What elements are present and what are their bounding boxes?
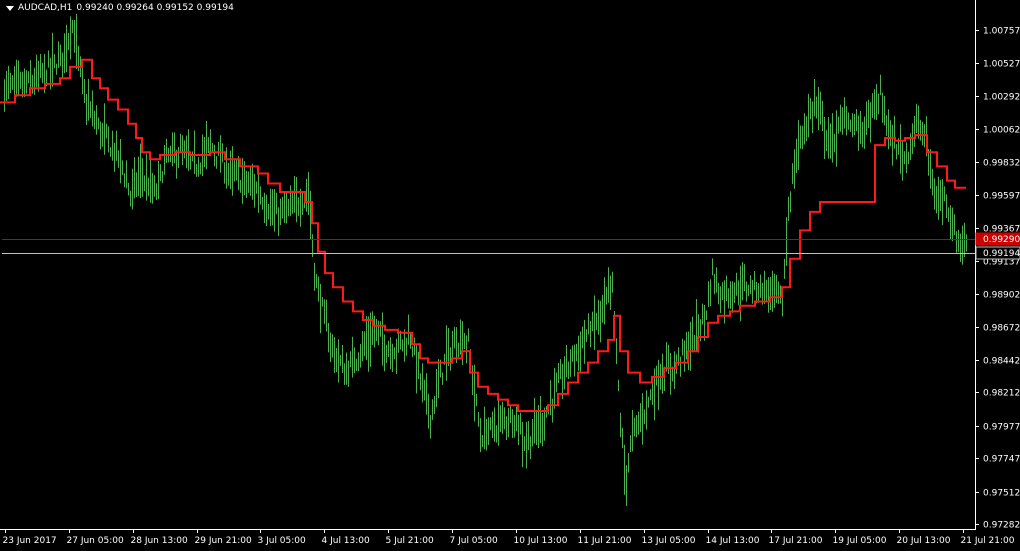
y-tick-label: 1.00527 [983, 60, 1020, 70]
x-tick-label: 14 Jul 13:00 [706, 536, 760, 546]
y-tick-label: 0.97282 [983, 521, 1020, 531]
x-tick-label: 3 Jul 05:00 [258, 536, 307, 546]
x-tick-label: 11 Jul 21:00 [578, 536, 632, 546]
y-tick-label: 0.99597 [983, 192, 1020, 202]
y-tick-label: 0.98672 [983, 324, 1020, 334]
x-tick-label: 28 Jun 13:00 [131, 536, 188, 546]
x-tick-label: 17 Jul 21:00 [769, 536, 823, 546]
y-tick-label: 1.00292 [983, 93, 1020, 103]
ohlc-values: 0.99240 0.99264 0.99152 0.99194 [76, 3, 234, 13]
y-tick-label: 0.97512 [983, 489, 1020, 499]
bid-price-label: 0.99194 [983, 249, 1020, 259]
ask-price-label: 0.99290 [983, 235, 1020, 245]
y-tick-label: 0.99832 [983, 159, 1020, 169]
x-tick-label: 7 Jul 05:00 [450, 536, 499, 546]
x-tick-label: 4 Jul 13:00 [322, 536, 371, 546]
y-tick-label: 1.00757 [983, 27, 1020, 37]
dropdown-triangle-icon[interactable] [6, 5, 14, 11]
y-tick-label: 1.00062 [983, 126, 1020, 136]
symbol-label: AUDCAD,H1 [18, 3, 73, 13]
x-tick-label: 20 Jul 13:00 [897, 536, 951, 546]
x-tick-label: 21 Jul 21:00 [961, 536, 1015, 546]
x-tick-label: 13 Jul 05:00 [642, 536, 696, 546]
y-tick-label: 0.98442 [983, 357, 1020, 367]
chart-background [0, 0, 1020, 551]
x-tick-label: 29 Jun 21:00 [195, 536, 252, 546]
y-tick-label: 0.98212 [983, 389, 1020, 399]
y-tick-label: 0.98902 [983, 291, 1020, 301]
x-tick-label: 27 Jun 05:00 [67, 536, 124, 546]
price-chart[interactable]: 23 Jun 2017 27 Jun 05:00 28 Jun 13:00 29 Ju… [0, 0, 1020, 551]
x-tick-label: 23 Jun 2017 [3, 536, 57, 546]
x-tick-label: 5 Jul 21:00 [386, 536, 435, 546]
x-tick-label: 19 Jul 05:00 [833, 536, 887, 546]
x-tick-label: 10 Jul 13:00 [514, 536, 568, 546]
y-tick-label: 0.97747 [983, 455, 1020, 465]
y-tick-label: 0.97977 [983, 423, 1020, 433]
symbol-header: AUDCAD,H1 0.99240 0.99264 0.99152 0.9919… [6, 3, 234, 13]
